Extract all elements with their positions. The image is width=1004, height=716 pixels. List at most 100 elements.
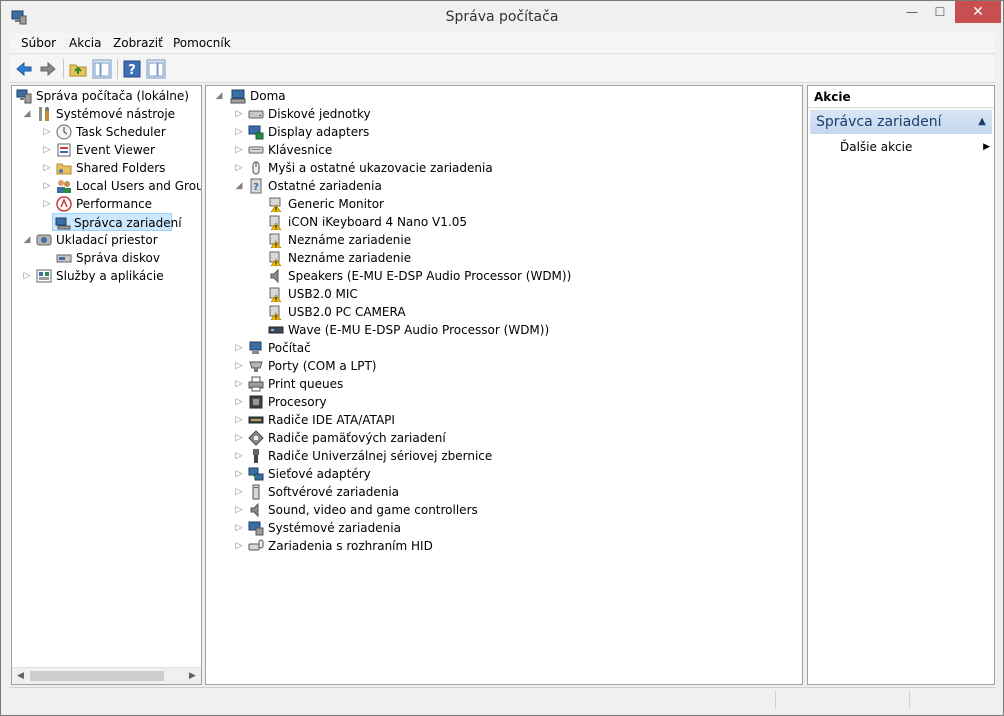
device-category[interactable]: ▷ Radiče IDE ATA/ATAPI — [208, 411, 798, 429]
show-hide-tree-icon[interactable] — [91, 58, 113, 80]
device-category[interactable]: ▷ Porty (COM a LPT) — [208, 357, 798, 375]
device-item[interactable]: USB2.0 MIC — [208, 285, 798, 303]
scroll-left-arrow-icon[interactable]: ◀ — [12, 668, 29, 684]
tree-item-services-applications[interactable]: ▷ Služby a aplikácie — [14, 267, 200, 285]
tree-item-disk-management[interactable]: Správa diskov — [14, 249, 200, 267]
expand-arrow-icon[interactable]: ▷ — [22, 267, 32, 285]
maximize-button[interactable]: ☐ — [925, 1, 955, 23]
collapse-arrow-icon[interactable]: ◢ — [214, 87, 224, 105]
expand-arrow-icon[interactable]: ▷ — [234, 519, 244, 537]
expand-arrow-icon[interactable]: ▷ — [42, 159, 52, 177]
tree-item-computer-management[interactable]: Správa počítača (lokálne) — [14, 87, 200, 105]
device-category-label: Klávesnice — [268, 143, 333, 157]
tree-item-label: Systémové nástroje — [56, 107, 176, 121]
expand-arrow-icon[interactable]: ▷ — [234, 141, 244, 159]
show-hide-action-pane-icon[interactable] — [145, 58, 167, 80]
forward-icon[interactable] — [37, 58, 59, 80]
menu-view[interactable]: Zobraziť — [113, 36, 163, 50]
expand-arrow-icon[interactable]: ▷ — [234, 465, 244, 483]
window-title: Správa počítača — [445, 9, 559, 25]
expand-arrow-icon[interactable]: ▷ — [234, 393, 244, 411]
expand-arrow-icon[interactable]: ▷ — [234, 105, 244, 123]
expand-arrow-icon[interactable]: ▷ — [234, 123, 244, 141]
device-category[interactable]: ▷ Sieťové adaptéry — [208, 465, 798, 483]
device-category-label: Sound, video and game controllers — [268, 503, 478, 517]
device-item[interactable]: iCON iKeyboard 4 Nano V1.05 — [208, 213, 798, 231]
device-category[interactable]: ▷ Klávesnice — [208, 141, 798, 159]
menu-help[interactable]: Pomocník — [173, 36, 231, 50]
disk-drive-icon — [248, 110, 264, 119]
device-category[interactable]: ▷ Radiče pamäťových zariadení — [208, 429, 798, 447]
expand-arrow-icon[interactable]: ▷ — [234, 501, 244, 519]
device-item[interactable]: Generic Monitor — [208, 195, 798, 213]
device-category[interactable]: ▷ Radiče Univerzálnej sériovej zbernice — [208, 447, 798, 465]
collapse-arrow-icon[interactable]: ◢ — [22, 231, 32, 249]
up-folder-icon[interactable] — [67, 58, 89, 80]
expand-arrow-icon[interactable]: ▷ — [234, 429, 244, 447]
device-item[interactable]: USB2.0 PC CAMERA — [208, 303, 798, 321]
expand-arrow-icon[interactable]: ▷ — [42, 123, 52, 141]
scroll-right-arrow-icon[interactable]: ▶ — [184, 668, 201, 684]
expand-arrow-icon[interactable]: ▷ — [234, 159, 244, 177]
device-item[interactable]: Wave (E-MU E-DSP Audio Processor (WDM)) — [208, 321, 798, 339]
tree-item-shared-folders[interactable]: ▷ Shared Folders — [14, 159, 200, 177]
tree-item-storage[interactable]: ◢ Ukladací priestor — [14, 231, 200, 249]
device-category[interactable]: ▷ Zariadenia s rozhraním HID — [208, 537, 798, 555]
collapse-arrow-icon[interactable]: ◢ — [234, 177, 244, 195]
device-category[interactable]: ▷ Display adapters — [208, 123, 798, 141]
tree-item-task-scheduler[interactable]: ▷ Task Scheduler — [14, 123, 200, 141]
actions-section-device-manager[interactable]: Správca zariadení ▲ — [810, 110, 992, 134]
back-icon[interactable] — [13, 58, 35, 80]
device-item[interactable]: Neznáme zariadenie — [208, 249, 798, 267]
device-category-label: Počítač — [268, 341, 311, 355]
device-item[interactable]: Neznáme zariadenie — [208, 231, 798, 249]
expand-arrow-icon[interactable]: ▷ — [234, 447, 244, 465]
device-category[interactable]: ▷ Myši a ostatné ukazovacie zariadenia — [208, 159, 798, 177]
disk-management-icon — [56, 254, 72, 263]
device-item-label: Wave (E-MU E-DSP Audio Processor (WDM)) — [288, 323, 550, 337]
scroll-thumb[interactable] — [30, 671, 164, 681]
expand-arrow-icon[interactable]: ▷ — [234, 411, 244, 429]
device-category[interactable]: ▷ Diskové jednotky — [208, 105, 798, 123]
expand-arrow-icon[interactable]: ▷ — [42, 195, 52, 213]
menu-action[interactable]: Akcia — [69, 36, 101, 50]
device-category[interactable]: ▷ Print queues — [208, 375, 798, 393]
tree-item-performance[interactable]: ▷ Performance — [14, 195, 200, 213]
horizontal-scrollbar[interactable]: ◀ ▶ — [12, 667, 201, 684]
device-category-label: Diskové jednotky — [268, 107, 371, 121]
tree-item-event-viewer[interactable]: ▷ Event Viewer — [14, 141, 200, 159]
tree-item-system-tools[interactable]: ◢ Systémové nástroje — [14, 105, 200, 123]
device-category[interactable]: ▷ Systémové zariadenia — [208, 519, 798, 537]
console-tree-pane[interactable]: Správa počítača (lokálne) ◢ Systémové ná… — [11, 85, 202, 685]
device-category[interactable]: ▷ Počítač — [208, 339, 798, 357]
collapse-arrow-icon[interactable]: ◢ — [22, 105, 32, 123]
minimize-button[interactable]: — — [897, 1, 927, 23]
more-actions-item[interactable]: Ďalšie akcie ▶ — [840, 138, 990, 156]
expand-arrow-icon[interactable]: ▷ — [42, 177, 52, 195]
device-warning-icon — [269, 305, 282, 320]
device-category[interactable]: ▷ Procesory — [208, 393, 798, 411]
processor-icon — [249, 395, 263, 409]
device-tree-root[interactable]: ◢ Doma — [208, 87, 798, 105]
expand-arrow-icon[interactable]: ▷ — [234, 375, 244, 393]
expand-arrow-icon[interactable]: ▷ — [234, 357, 244, 375]
close-button[interactable]: ✕ — [955, 1, 1001, 23]
device-category[interactable]: ▷ Sound, video and game controllers — [208, 501, 798, 519]
expand-arrow-icon[interactable]: ▷ — [42, 141, 52, 159]
device-category-expanded[interactable]: ◢ ? Ostatné zariadenia — [208, 177, 798, 195]
tree-item-local-users-groups[interactable]: ▷ Local Users and Groups — [14, 177, 201, 195]
title-bar[interactable]: Správa počítača — ☐ ✕ — [1, 1, 1003, 33]
device-category[interactable]: ▷ Softvérové zariadenia — [208, 483, 798, 501]
status-segment — [909, 690, 993, 708]
collapse-up-icon[interactable]: ▲ — [978, 110, 986, 134]
expand-arrow-icon[interactable]: ▷ — [234, 483, 244, 501]
device-tree-pane[interactable]: ◢ Doma ▷ Diskové jednotky ▷ Display adap… — [205, 85, 803, 685]
expand-arrow-icon[interactable]: ▷ — [234, 339, 244, 357]
menu-file[interactable]: Súbor — [21, 36, 56, 50]
expand-arrow-icon[interactable]: ▷ — [234, 537, 244, 555]
help-icon[interactable]: ? — [121, 58, 143, 80]
sound-icon — [250, 502, 259, 518]
tree-item-label: Shared Folders — [76, 161, 166, 175]
tree-item-device-manager[interactable]: Správca zariadení — [52, 213, 182, 231]
device-item[interactable]: Speakers (E-MU E-DSP Audio Processor (WD… — [208, 267, 798, 285]
